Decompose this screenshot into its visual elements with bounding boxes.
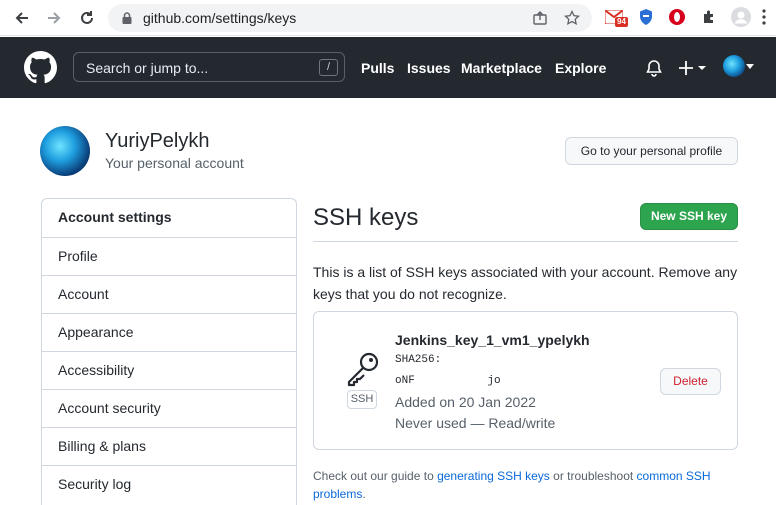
ssh-key-name: Jenkins_key_1_vm1_ypelykh bbox=[395, 332, 590, 348]
user-avatar-menu[interactable] bbox=[723, 55, 745, 77]
help-note-suffix: . bbox=[362, 487, 366, 501]
search-input[interactable]: Search or jump to... / bbox=[73, 52, 345, 82]
sidebar-item-appearance[interactable]: Appearance bbox=[42, 313, 296, 351]
nav-issues[interactable]: Issues bbox=[407, 60, 451, 76]
github-logo-icon[interactable] bbox=[24, 51, 57, 84]
sidebar-item-account[interactable]: Account bbox=[42, 275, 296, 313]
reload-icon[interactable] bbox=[75, 6, 99, 30]
extensions-puzzle-icon[interactable] bbox=[699, 7, 719, 27]
opera-extension-icon[interactable] bbox=[667, 7, 687, 27]
sidebar-item-security-log[interactable]: Security log bbox=[42, 465, 296, 503]
chevron-down-icon[interactable] bbox=[746, 64, 754, 70]
gmail-extension-icon[interactable]: 94 bbox=[604, 7, 628, 27]
ssh-keys-description: This is a list of SSH keys associated wi… bbox=[313, 264, 738, 302]
shield-extension-icon[interactable] bbox=[636, 7, 656, 27]
ssh-type-badge: SSH bbox=[347, 390, 377, 409]
account-subtitle: Your personal account bbox=[105, 155, 244, 171]
github-header: Search or jump to... / Pulls Issues Mark… bbox=[0, 37, 776, 98]
back-icon[interactable] bbox=[10, 6, 34, 30]
gmail-unread-badge: 94 bbox=[615, 17, 628, 27]
address-bar[interactable]: github.com/settings/keys bbox=[108, 4, 592, 32]
ssh-key-item: SSH Jenkins_key_1_vm1_ypelykh SHA256: oN… bbox=[313, 311, 738, 450]
lock-icon[interactable] bbox=[120, 11, 134, 25]
key-added-date: Added on 20 Jan 2022 bbox=[395, 394, 536, 410]
key-icon bbox=[347, 352, 379, 387]
sidebar-item-accessibility[interactable]: Accessibility bbox=[42, 351, 296, 389]
avatar bbox=[40, 126, 90, 176]
create-new-plus-icon[interactable] bbox=[678, 59, 708, 77]
url-text[interactable]: github.com/settings/keys bbox=[143, 10, 296, 26]
go-to-profile-button[interactable]: Go to your personal profile bbox=[565, 137, 738, 165]
share-icon[interactable] bbox=[532, 10, 548, 26]
nav-marketplace[interactable]: Marketplace bbox=[461, 60, 542, 76]
new-ssh-key-button[interactable]: New SSH key bbox=[640, 203, 738, 230]
page-title: SSH keys bbox=[313, 204, 419, 231]
delete-key-button[interactable]: Delete bbox=[660, 368, 721, 395]
notification-bell-icon[interactable] bbox=[645, 59, 663, 77]
sidebar-item-profile[interactable]: Profile bbox=[42, 237, 296, 275]
nav-explore[interactable]: Explore bbox=[555, 60, 606, 76]
bookmark-star-icon[interactable] bbox=[564, 10, 580, 26]
forward-icon[interactable] bbox=[42, 6, 66, 30]
browser-menu-icon[interactable] bbox=[757, 7, 771, 27]
browser-toolbar: github.com/settings/keys 94 bbox=[0, 0, 776, 36]
settings-sidebar: Account settings Profile Account Appeara… bbox=[41, 198, 297, 505]
browser-profile-avatar[interactable] bbox=[731, 7, 751, 27]
nav-pulls[interactable]: Pulls bbox=[361, 60, 394, 76]
search-placeholder: Search or jump to... bbox=[86, 60, 209, 76]
sidebar-heading-account-settings: Account settings bbox=[58, 209, 172, 225]
sidebar-item-account-security[interactable]: Account security bbox=[42, 389, 296, 427]
slash-shortcut-hint: / bbox=[319, 59, 338, 76]
divider bbox=[313, 241, 738, 242]
ssh-help-note: Check out our guide to generating SSH ke… bbox=[313, 467, 743, 503]
fingerprint-value: oNF jo bbox=[395, 375, 501, 387]
help-note-prefix: Check out our guide to bbox=[313, 469, 438, 483]
help-note-middle: or troubleshoot bbox=[549, 469, 637, 483]
key-usage-status: Never used — Read/write bbox=[395, 415, 556, 431]
generating-ssh-keys-link[interactable]: generating SSH keys bbox=[437, 469, 550, 483]
page-title-username: YuriyPelykh bbox=[105, 130, 210, 152]
sidebar-item-billing[interactable]: Billing & plans bbox=[42, 427, 296, 465]
fingerprint-label: SHA256: bbox=[395, 354, 442, 366]
